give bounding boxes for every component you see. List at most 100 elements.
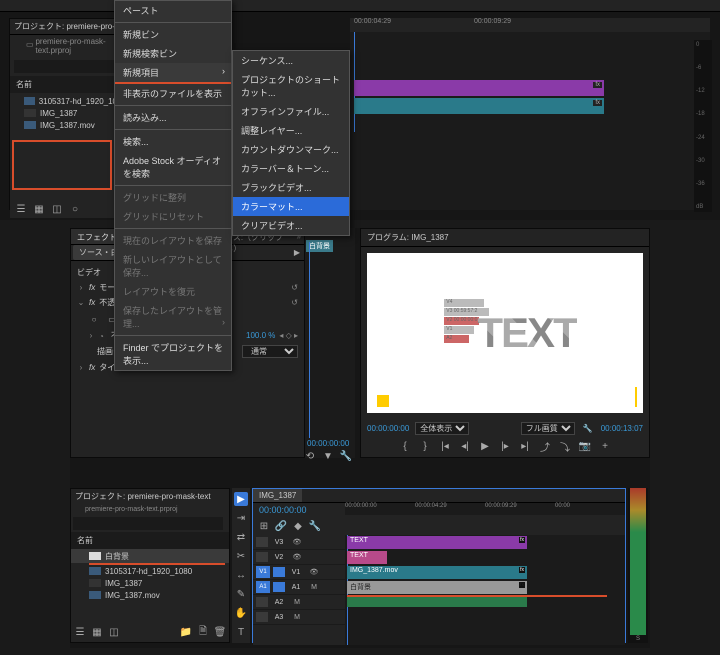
program-viewport[interactable]: V4 V3 00:59:57:2 V2 00:00:00:0 V1 A2 TEX… [367,253,643,413]
reset-icon[interactable]: ↺ [291,298,298,307]
zoom-slider-icon[interactable]: ○ [68,202,82,216]
sequence-tab[interactable]: IMG_1387 [253,489,302,502]
razor-tool-icon[interactable]: ✂ [234,549,248,563]
disclose-icon[interactable]: ⌄ [77,298,85,307]
blend-mode-select[interactable]: 通常 [242,345,298,358]
snap-icon[interactable]: ⊞ [257,519,271,533]
clip-matte[interactable]: 白背景fx [347,581,527,594]
list-view-icon[interactable]: ☰ [14,202,28,216]
effect-playhead[interactable] [309,242,310,438]
go-to-out-icon[interactable]: ▸| [518,439,532,453]
clip-video[interactable]: IMG_1387.movfx [347,566,527,579]
keyframe-nav[interactable]: ◂ ◇ ▸ [279,331,298,340]
slip-tool-icon[interactable]: ↔ [234,568,248,582]
track-toggle[interactable] [256,552,268,562]
track-header-a2[interactable]: A2M [253,595,345,610]
track-header-a1[interactable]: A1A1M [253,580,345,595]
trash-icon[interactable]: 🗑 [213,625,227,639]
extract-icon[interactable]: ⤵ [558,439,572,453]
step-back-icon[interactable]: ◂| [458,439,472,453]
menu-show-hidden[interactable]: 非表示のファイルを表示 [115,84,231,103]
menu-search[interactable]: 検索... [115,132,231,151]
submenu-countdown[interactable]: カウントダウンマーク... [233,140,349,159]
menu-new-item[interactable]: 新規項目 [115,63,231,82]
clip-text2[interactable]: TEXT [347,551,387,564]
loop-icon[interactable]: ⟲ [303,449,317,463]
stopwatch-icon[interactable]: ◔ [99,332,107,340]
column-name[interactable]: 名前 [10,76,123,93]
menu-paste[interactable]: ペースト [115,1,231,20]
submenu-shortcut[interactable]: プロジェクトのショートカット... [233,70,349,102]
ripple-edit-tool-icon[interactable]: ⇄ [234,530,248,544]
reset-icon[interactable]: ↺ [291,283,298,292]
list-item[interactable]: 3105317-hd_1920_10 [10,95,123,107]
list-item[interactable]: IMG_1387 [71,577,229,589]
export-frame-icon[interactable]: 📷 [578,439,592,453]
freeform-view-icon[interactable]: ◫ [50,202,64,216]
program-timecode-left[interactable]: 00:00:00:00 [367,424,409,433]
mark-out-icon[interactable]: } [418,439,432,453]
marker-icon[interactable]: ◆ [291,519,305,533]
settings-icon[interactable]: 🔧 [308,519,322,533]
ellipse-mask-icon[interactable]: ○ [87,312,101,326]
clip-text[interactable]: TEXTfx [347,536,527,549]
menu-import[interactable]: 読み込み... [115,108,231,127]
opacity-value[interactable]: 100.0 % [246,331,275,340]
eye-icon[interactable]: 👁 [290,550,304,564]
track-header-v1[interactable]: V1V1👁 [253,565,345,580]
disclose-icon[interactable]: › [87,331,95,340]
play-icon[interactable]: ▶ [290,246,304,260]
menu-adobe-stock[interactable]: Adobe Stock オーディオを検索 [115,151,231,183]
clip-audio[interactable] [347,597,527,607]
go-to-in-icon[interactable]: |◂ [438,439,452,453]
eye-icon[interactable]: 👁 [290,535,304,549]
track-toggle[interactable] [256,597,268,607]
icon-view-icon[interactable]: ▦ [32,202,46,216]
mute-icon[interactable]: M [307,580,321,594]
lift-icon[interactable]: ⤴ [538,439,552,453]
track-select-tool-icon[interactable]: ⇥ [234,511,248,525]
freeform-view-icon[interactable]: ◫ [107,625,121,639]
name-column[interactable]: 名前 [71,532,229,549]
sequence-ruler[interactable]: 00:00:00:00 00:00:04:29 00:00:09:29 00:0… [345,503,625,515]
more-icon[interactable]: + [598,439,612,453]
disclose-icon[interactable]: › [77,363,85,372]
filter-icon[interactable]: ▼ [321,449,335,463]
submenu-color-matte[interactable]: カラーマット... [233,197,349,216]
eye-icon[interactable]: 👁 [307,565,321,579]
selection-tool-icon[interactable]: ▶ [234,492,248,506]
track-header-a3[interactable]: A3M [253,610,345,625]
type-tool-icon[interactable]: T [234,625,248,639]
track-toggle[interactable] [256,537,268,547]
submenu-offline[interactable]: オフラインファイル... [233,102,349,121]
submenu-black-video[interactable]: ブラックビデオ... [233,178,349,197]
track-header-v2[interactable]: V2👁 [253,550,345,565]
link-icon[interactable]: 🔗 [274,519,288,533]
project-search-input[interactable] [73,517,223,530]
icon-view-icon[interactable]: ▦ [90,625,104,639]
list-item[interactable]: IMG_1387.mov [10,119,123,131]
source-patch[interactable]: V1 [256,566,270,578]
hand-tool-icon[interactable]: ✋ [234,606,248,620]
menu-new-search-bin[interactable]: 新規検索ビン [115,44,231,63]
menu-reveal-finder[interactable]: Finder でプロジェクトを表示... [115,338,231,370]
wrench-icon[interactable]: 🔧 [339,449,353,463]
list-item[interactable]: IMG_1387 [10,107,123,119]
menu-new-bin[interactable]: 新規ビン [115,25,231,44]
track-header-v3[interactable]: V3👁 [253,535,345,550]
mute-icon[interactable]: M [290,610,304,624]
timeline-ruler[interactable]: 00:00:04:29 00:00:09:29 [350,18,710,32]
pen-tool-icon[interactable]: ✎ [234,587,248,601]
submenu-sequence[interactable]: シーケンス... [233,51,349,70]
mute-icon[interactable]: M [290,595,304,609]
source-patch[interactable]: A1 [256,581,270,593]
track-toggle[interactable] [273,567,285,577]
disclose-icon[interactable]: › [77,283,85,292]
list-item[interactable]: IMG_1387.mov [71,589,229,601]
track-toggle[interactable] [256,612,268,622]
list-item[interactable]: 3105317-hd_1920_1080 [71,565,229,577]
effect-timeline[interactable]: :0:00 白背景 00:00:00:00 ⟲ ▼ 🔧 [305,228,355,458]
submenu-adjust-layer[interactable]: 調整レイヤー... [233,121,349,140]
track-toggle[interactable] [273,582,285,592]
list-view-icon[interactable]: ☰ [73,625,87,639]
